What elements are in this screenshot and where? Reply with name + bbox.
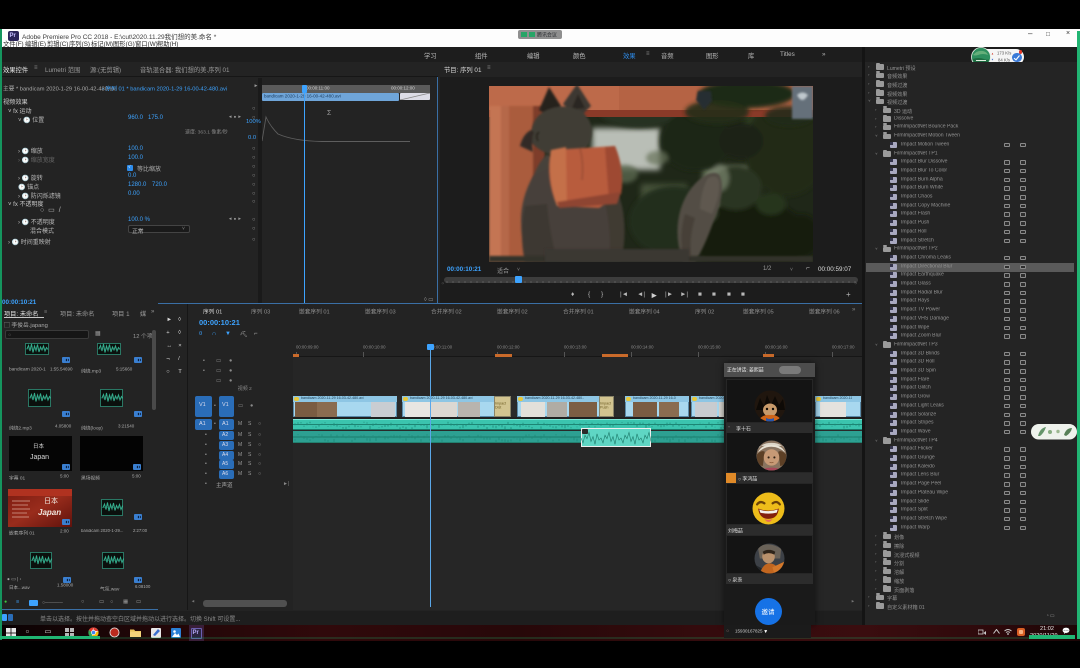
svg-text:Japan: Japan [38,508,61,517]
svg-text:日本: 日本 [44,496,58,505]
